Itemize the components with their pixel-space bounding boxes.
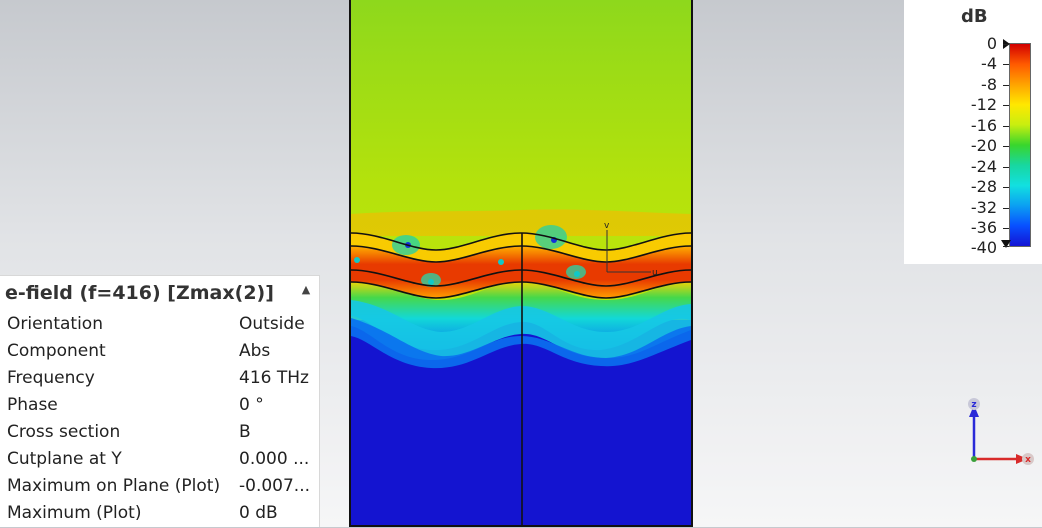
info-label: Maximum (Plot) — [7, 503, 142, 523]
info-value: Abs — [239, 341, 271, 361]
plot-info-panel: e-field (f=416) [Zmax(2)] ▲ Orientation … — [0, 275, 320, 527]
info-panel-title: e-field (f=416) [Zmax(2)] — [5, 282, 274, 304]
legend-tick-label: -4 — [981, 54, 997, 73]
info-value: 416 THz — [239, 368, 309, 388]
field-plot-viewport[interactable]: v u — [349, 0, 693, 527]
info-row-frequency: Frequency 416 THz — [0, 366, 319, 393]
axis-x-label: x — [1025, 455, 1031, 465]
info-value: 0.000 ... — [239, 449, 310, 469]
legend-tick — [1003, 44, 1009, 45]
info-value: B — [239, 422, 251, 442]
info-label: Frequency — [7, 368, 95, 388]
legend-tick-label: -20 — [970, 136, 997, 155]
legend-tick-label: -24 — [970, 157, 997, 176]
legend-tick — [1003, 105, 1009, 106]
legend-tick-label: -8 — [981, 75, 997, 94]
info-row-max-on-plane: Maximum on Plane (Plot) -0.007... — [0, 474, 319, 501]
axes-orientation-widget[interactable]: z x — [960, 395, 1040, 475]
info-row-cutplane: Cutplane at Y 0.000 ... — [0, 447, 319, 474]
legend-tick-label: -40 — [970, 238, 997, 257]
info-value: 0 ° — [239, 395, 264, 415]
legend-tick — [1003, 208, 1009, 209]
color-scale-legend: dB 0 -4 -8 -12 -16 -20 -24 -28 -32 -36 -… — [904, 0, 1042, 264]
info-label: Phase — [7, 395, 58, 415]
info-panel-header: e-field (f=416) [Zmax(2)] ▲ — [0, 276, 319, 312]
legend-tick-label: -36 — [970, 218, 997, 237]
info-row-phase: Phase 0 ° — [0, 393, 319, 420]
axis-z-label: z — [971, 400, 976, 410]
info-value: -0.007... — [239, 476, 311, 496]
legend-tick-label: -28 — [970, 177, 997, 196]
info-row-component: Component Abs — [0, 339, 319, 366]
legend-tick-label: -32 — [970, 198, 997, 217]
info-label: Orientation — [7, 314, 103, 334]
legend-tick-label: -12 — [970, 95, 997, 114]
info-value: 0 dB — [239, 503, 278, 523]
marker-v-label: v — [604, 221, 610, 231]
legend-tick-label: -16 — [970, 116, 997, 135]
legend-tick — [1003, 246, 1009, 247]
info-label: Cross section — [7, 422, 121, 442]
color-scale-bar — [1009, 43, 1031, 247]
info-row-cross-section: Cross section B — [0, 420, 319, 447]
legend-unit-label: dB — [961, 6, 988, 27]
legend-tick — [1003, 228, 1009, 229]
info-label: Cutplane at Y — [7, 449, 122, 469]
legend-tick — [1003, 167, 1009, 168]
info-row-max-plot: Maximum (Plot) 0 dB — [0, 501, 319, 528]
collapse-caret-icon[interactable]: ▲ — [299, 283, 313, 297]
legend-tick — [1003, 64, 1009, 65]
legend-tick — [1003, 187, 1009, 188]
info-label: Component — [7, 341, 106, 361]
marker-u-label: u — [652, 268, 658, 278]
axes-triad-icon: z x — [968, 398, 1034, 465]
info-row-orientation: Orientation Outside — [0, 312, 319, 339]
legend-tick-label: 0 — [986, 34, 997, 53]
legend-tick — [1003, 85, 1009, 86]
legend-tick — [1003, 126, 1009, 127]
legend-tick — [1003, 146, 1009, 147]
info-label: Maximum on Plane (Plot) — [7, 476, 221, 496]
field-plot-svg: v u — [351, 0, 691, 525]
info-value: Outside — [239, 314, 305, 334]
